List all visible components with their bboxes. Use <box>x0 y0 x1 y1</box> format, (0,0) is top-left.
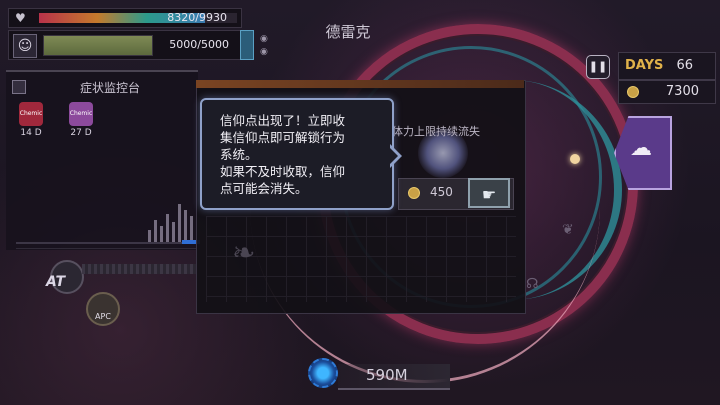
virus-icon[interactable] <box>308 358 338 388</box>
population-value: 590M <box>366 366 408 384</box>
upgrade-button[interactable]: ☛ <box>468 178 510 208</box>
ability-bar <box>82 264 196 274</box>
person-icon[interactable]: ☺ <box>13 34 37 58</box>
ring-marker <box>570 154 580 164</box>
graph-axis-ticks <box>16 248 196 249</box>
tooltip-line: 如果不及时收取，信仰 <box>220 164 346 179</box>
days-value: 66 <box>676 58 693 73</box>
graph-axis <box>16 242 196 244</box>
tooltip-line: 集信仰点即可解锁行为 <box>220 130 346 145</box>
days-counter: DAYS 66 <box>618 52 716 80</box>
stamina-value: 5000/5000 <box>169 38 229 51</box>
heart-icon: ♥ <box>15 11 26 25</box>
stamina-side-strip <box>240 30 254 60</box>
symptom-item[interactable]: Chemic 27 D <box>66 102 96 140</box>
symptom-days: 27 D <box>70 128 92 138</box>
health-bar: ♥ 8320/9930 <box>8 8 242 28</box>
stamina-fill <box>44 36 152 55</box>
tooltip-line: 信仰点出现了！立即收 <box>220 113 346 128</box>
days-label: DAYS <box>625 58 664 73</box>
upgrade-icon: ☛ <box>481 185 497 204</box>
coin-icon <box>627 86 639 98</box>
country-title: 德雷克 <box>325 23 371 41</box>
symptom-item[interactable]: Chemic 14 D <box>16 102 46 140</box>
tooltip-line: 系统。 <box>220 147 258 162</box>
wing-icon: ❧ <box>232 236 256 269</box>
eye-icon: ◉ <box>260 47 268 57</box>
symptom-days: 14 D <box>20 128 42 138</box>
monitor-title: 症状监控台 <box>80 81 141 95</box>
apc-button[interactable]: APC <box>86 292 120 326</box>
ability-label: AT <box>46 274 66 290</box>
symptom-monitor-panel: 症状监控台 Chemic 14 D Chemic 27 D <box>6 70 200 250</box>
health-value: 8320/9930 <box>167 11 227 24</box>
coins-value: 7300 <box>665 84 699 99</box>
eye-icon: ◉ <box>260 34 268 44</box>
coin-icon <box>408 187 420 199</box>
upgrade-cost: 450 <box>430 185 453 199</box>
tooltip-text: 信仰点出现了！立即收 集信仰点即可解锁行为 系统。 如果不及时收取，信仰 点可能… <box>220 112 380 197</box>
symptom-graph-bars <box>146 184 196 244</box>
monitor-icon[interactable] <box>12 80 26 94</box>
tooltip-line: 点可能会消失。 <box>220 181 308 196</box>
lung-icon: ❦ <box>562 222 574 238</box>
symptom-badge: Chemic <box>69 102 93 126</box>
coins-counter: 7300 <box>618 80 716 104</box>
stamina-track <box>43 35 153 56</box>
popup-subtitle: 增体力上限持续流失 <box>381 125 480 138</box>
popup-title-bar <box>196 80 524 88</box>
rat-icon: ☊ <box>526 276 539 292</box>
symptom-badge: Chemic <box>19 102 43 126</box>
pause-icon: ❚❚ <box>588 60 608 73</box>
brain-icon: ☁ <box>630 136 652 161</box>
tooltip-arrow-inner <box>389 147 398 165</box>
pause-button[interactable]: ❚❚ <box>586 55 610 79</box>
stamina-bar: ☺ 5000/5000 <box>8 30 242 60</box>
monitor-header: 症状监控台 <box>6 76 198 96</box>
